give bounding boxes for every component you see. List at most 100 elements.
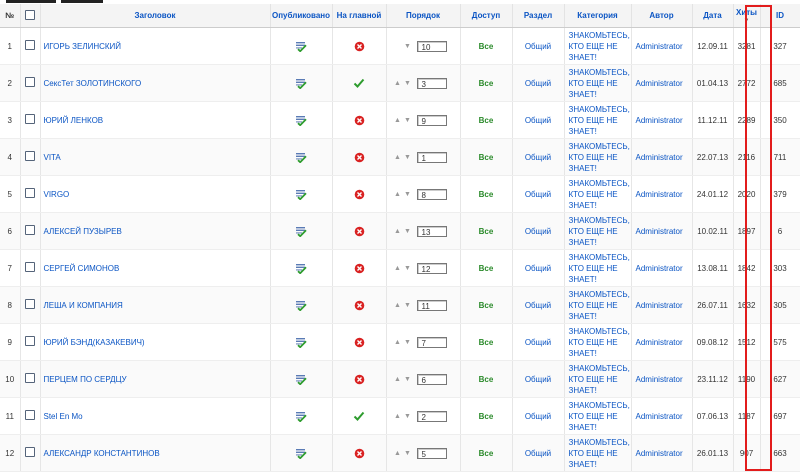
published-icon[interactable] [295, 152, 307, 163]
published-icon[interactable] [295, 78, 307, 89]
featured-toggle[interactable] [332, 434, 387, 472]
order-input[interactable]: 8 [416, 188, 447, 200]
row-select-cell[interactable] [20, 434, 41, 472]
published-toggle[interactable] [270, 212, 333, 250]
row-select-cell[interactable] [20, 175, 41, 213]
toolbar-tab-2[interactable] [61, 0, 103, 3]
col-section-header[interactable]: Раздел [512, 4, 565, 28]
access-link[interactable]: Все [460, 64, 513, 102]
featured-toggle[interactable] [332, 397, 387, 435]
category-line[interactable]: КТО ЕЩЕ НЕ [569, 338, 618, 347]
row-select-cell[interactable] [20, 101, 41, 139]
published-icon[interactable] [295, 411, 307, 422]
select-all-checkbox[interactable] [25, 9, 35, 20]
section-link[interactable]: Общий [512, 175, 565, 213]
order-input[interactable]: 9 [416, 114, 447, 126]
category-line[interactable]: ЗНАКОМЬТЕСЬ, [569, 438, 630, 447]
category-line[interactable]: ЗНАКОМЬТЕСЬ, [569, 179, 630, 188]
category-line[interactable]: КТО ЕЩЕ НЕ [569, 190, 618, 199]
featured-toggle[interactable] [332, 286, 387, 324]
access-link[interactable]: Все [460, 138, 513, 176]
row-checkbox[interactable] [25, 114, 35, 124]
move-up-icon[interactable]: ▲ [393, 80, 403, 87]
published-icon[interactable] [295, 115, 307, 126]
article-title-link[interactable]: АЛЕКСАНДР КОНСТАНТИНОВ [44, 449, 160, 458]
section-link[interactable]: Общий [512, 434, 565, 472]
featured-toggle[interactable] [332, 249, 387, 287]
access-link[interactable]: Все [460, 360, 513, 398]
category-line[interactable]: КТО ЕЩЕ НЕ [569, 449, 618, 458]
category-line[interactable]: ЗНАЕТ! [569, 423, 597, 432]
move-up-icon[interactable]: ▲ [393, 191, 403, 198]
featured-no-icon[interactable] [354, 263, 365, 273]
row-checkbox[interactable] [25, 151, 35, 161]
section-link[interactable]: Общий [512, 249, 565, 287]
author-link[interactable]: Administrator [631, 397, 693, 435]
hits-header-label[interactable]: Хиты [736, 8, 757, 17]
move-down-icon[interactable]: ▼ [403, 450, 413, 457]
author-link[interactable]: Administrator [631, 434, 693, 472]
category-line[interactable]: ЗНАКОМЬТЕСЬ, [569, 290, 630, 299]
published-icon[interactable] [295, 448, 307, 459]
move-down-icon[interactable]: ▼ [403, 376, 413, 383]
category-link[interactable]: ЗНАКОМЬТЕСЬ, КТО ЕЩЕ НЕ ЗНАЕТ! [564, 249, 632, 287]
access-link[interactable]: Все [460, 323, 513, 361]
col-title-header[interactable]: Заголовок [40, 4, 271, 28]
published-icon[interactable] [295, 189, 307, 200]
order-input[interactable]: 7 [416, 336, 447, 348]
move-down-icon[interactable]: ▼ [403, 228, 413, 235]
move-up-icon[interactable]: ▲ [393, 450, 403, 457]
row-checkbox[interactable] [25, 77, 35, 87]
access-link[interactable]: Все [460, 27, 513, 65]
featured-no-icon[interactable] [354, 115, 365, 125]
published-icon[interactable] [295, 226, 307, 237]
move-up-icon[interactable]: ▲ [393, 339, 403, 346]
published-icon[interactable] [295, 300, 307, 311]
featured-yes-icon[interactable] [353, 78, 365, 88]
row-select-cell[interactable] [20, 27, 41, 65]
section-link[interactable]: Общий [512, 397, 565, 435]
section-link[interactable]: Общий [512, 64, 565, 102]
order-input[interactable]: 2 [416, 410, 447, 422]
section-link[interactable]: Общий [512, 286, 565, 324]
category-line[interactable]: ЗНАЕТ! [569, 460, 597, 469]
access-link[interactable]: Все [460, 175, 513, 213]
author-link[interactable]: Administrator [631, 101, 693, 139]
author-link[interactable]: Administrator [631, 360, 693, 398]
article-title-link[interactable]: ЛЕША И КОМПАНИЯ [44, 301, 123, 310]
move-down-icon[interactable]: ▼ [403, 413, 413, 420]
category-line[interactable]: ЗНАЕТ! [569, 386, 597, 395]
move-down-icon[interactable]: ▼ [403, 117, 413, 124]
category-line[interactable]: ЗНАЕТ! [569, 164, 597, 173]
category-line[interactable]: КТО ЕЩЕ НЕ [569, 227, 618, 236]
author-link[interactable]: Administrator [631, 175, 693, 213]
section-link[interactable]: Общий [512, 138, 565, 176]
featured-no-icon[interactable] [354, 41, 365, 51]
featured-no-icon[interactable] [354, 189, 365, 199]
author-link[interactable]: Administrator [631, 27, 693, 65]
col-date-header[interactable]: Дата [692, 4, 734, 28]
row-checkbox[interactable] [25, 262, 35, 272]
move-down-icon[interactable]: ▼ [403, 339, 413, 346]
access-link[interactable]: Все [460, 286, 513, 324]
category-line[interactable]: ЗНАЕТ! [569, 275, 597, 284]
article-title-link[interactable]: VIRGO [44, 190, 70, 199]
published-toggle[interactable] [270, 397, 333, 435]
col-category-header[interactable]: Категория [564, 4, 632, 28]
article-title-link[interactable]: ЮРИЙ ЛЕНКОВ [44, 116, 104, 125]
order-input[interactable]: 1 [416, 151, 447, 163]
access-link[interactable]: Все [460, 212, 513, 250]
published-toggle[interactable] [270, 360, 333, 398]
category-line[interactable]: ЗНАЕТ! [569, 238, 597, 247]
article-title-link[interactable]: СексТет ЗОЛОТИНСКОГО [44, 79, 142, 88]
row-checkbox[interactable] [25, 40, 35, 50]
published-icon[interactable] [295, 263, 307, 274]
featured-yes-icon[interactable] [353, 411, 365, 421]
published-icon[interactable] [295, 374, 307, 385]
move-up-icon[interactable]: ▲ [393, 413, 403, 420]
featured-toggle[interactable] [332, 212, 387, 250]
row-select-cell[interactable] [20, 323, 41, 361]
article-title-link[interactable]: СЕРГЕЙ СИМОНОВ [44, 264, 120, 273]
row-select-cell[interactable] [20, 138, 41, 176]
published-toggle[interactable] [270, 249, 333, 287]
